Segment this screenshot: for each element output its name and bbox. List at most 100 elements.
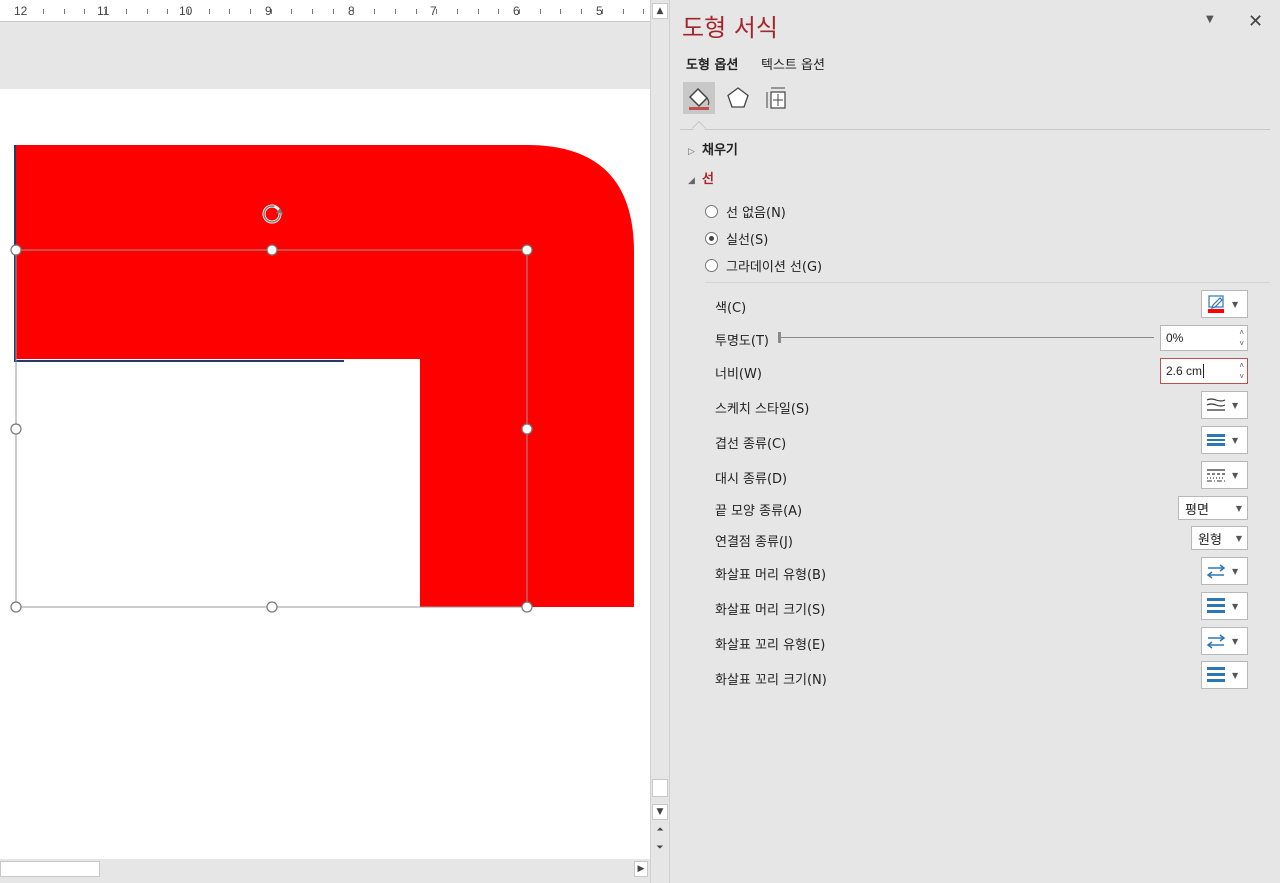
red-corner-shape[interactable] <box>15 145 634 607</box>
ruler-tick <box>312 9 313 14</box>
ruler-tick <box>147 9 148 14</box>
horizontal-scrollbar[interactable]: ▶ <box>0 859 650 879</box>
ruler-tick <box>457 9 458 14</box>
dash-type-button[interactable]: ▼ <box>1201 461 1248 489</box>
scroll-right-icon[interactable]: ▶ <box>634 861 648 877</box>
ruler-tick <box>498 9 499 14</box>
expand-triangle-icon: ▷ <box>688 147 695 157</box>
size-properties-icon[interactable] <box>761 82 793 114</box>
spinner-arrows-icon[interactable]: ˄ ˅ <box>1239 360 1244 382</box>
compound-type-label: 겹선 종류(C) <box>715 437 787 452</box>
radio-label: 실선(S) <box>726 233 769 248</box>
ruler-tick <box>540 9 541 14</box>
end-arrow-size-button[interactable]: ▼ <box>1201 661 1248 689</box>
ruler-tick <box>271 9 272 14</box>
chevron-down-icon: ▼ <box>1232 566 1239 576</box>
tab-shape-options[interactable]: 도형 옵션 <box>686 54 738 73</box>
width-input[interactable]: 2.6 cm ˄ ˅ <box>1160 358 1248 384</box>
text-cursor <box>1203 364 1205 378</box>
width-label: 너비(W) <box>715 367 762 382</box>
chevron-down-icon: ▼ <box>1235 503 1242 513</box>
ruler-tick <box>353 9 354 14</box>
effects-pentagon-icon[interactable] <box>722 82 754 114</box>
radio-button[interactable] <box>705 205 718 218</box>
resize-handle[interactable] <box>10 244 22 256</box>
pane-title: 도형 서식 <box>682 14 778 42</box>
ruler-tick <box>374 9 375 14</box>
width-value: 2.6 cm <box>1166 364 1203 378</box>
ruler-tick <box>602 9 603 14</box>
end-arrow-type-label: 화살표 꼬리 유형(E) <box>715 638 826 653</box>
ruler-tick <box>478 9 479 14</box>
horizontal-scroll-thumb[interactable] <box>0 861 100 877</box>
radio-button[interactable] <box>705 259 718 272</box>
join-type-select[interactable]: 원형 ▼ <box>1191 526 1248 550</box>
ruler-tick <box>84 9 85 14</box>
ruler-tick <box>167 9 168 14</box>
dash-type-label: 대시 종류(D) <box>715 472 788 487</box>
tab-text-options[interactable]: 텍스트 옵션 <box>761 54 825 73</box>
transparency-label: 투명도(T) <box>715 334 769 349</box>
begin-arrow-type-label: 화살표 머리 유형(B) <box>715 568 827 583</box>
ruler-tick <box>43 9 44 14</box>
next-slide-icon[interactable]: ⏷ <box>652 841 668 857</box>
vertical-scroll-thumb[interactable] <box>652 779 668 797</box>
section-line-header[interactable]: ◢ 선 <box>688 168 714 187</box>
chevron-down-icon: ▼ <box>1232 636 1239 646</box>
vertical-scrollbar[interactable]: ▲ ▼ ⏶ ⏷ <box>650 0 668 883</box>
transparency-slider-thumb[interactable] <box>778 332 781 343</box>
ruler-tick <box>229 9 230 14</box>
resize-handle[interactable] <box>10 423 22 435</box>
resize-handle[interactable] <box>521 423 533 435</box>
transparency-slider-track[interactable] <box>779 337 1154 338</box>
section-fill-header[interactable]: ▷ 채우기 <box>688 139 738 158</box>
close-icon[interactable]: ✕ <box>1248 11 1263 32</box>
resize-handle[interactable] <box>266 244 278 256</box>
previous-slide-icon[interactable]: ⏶ <box>652 823 668 839</box>
resize-handle[interactable] <box>521 244 533 256</box>
line-color-button[interactable]: ▼ <box>1201 290 1248 318</box>
resize-handle[interactable] <box>266 601 278 613</box>
chevron-down-icon: ▼ <box>1235 533 1242 543</box>
scroll-down-icon[interactable]: ▼ <box>652 804 668 820</box>
ruler-tick <box>333 9 334 14</box>
slide[interactable] <box>0 89 650 859</box>
ruler-tick <box>126 9 127 14</box>
end-arrow-size-label: 화살표 꼬리 크기(N) <box>715 673 827 688</box>
ruler-tick <box>250 9 251 14</box>
join-type-label: 연결점 종류(J) <box>715 535 793 550</box>
resize-handle[interactable] <box>10 601 22 613</box>
section-fill-label: 채우기 <box>702 143 738 158</box>
end-arrow-type-button[interactable]: ▼ <box>1201 627 1248 655</box>
arrow-size-icon <box>1202 593 1230 619</box>
radio-gradient-line[interactable]: 그라데이션 선(G) <box>705 256 822 275</box>
fill-line-icon[interactable] <box>683 82 715 114</box>
radio-no-line[interactable]: 선 없음(N) <box>705 202 786 221</box>
ruler-tick <box>416 9 417 14</box>
pane-options-chevron-down-icon[interactable]: ▼ <box>1206 14 1214 25</box>
ruler-tick <box>519 9 520 14</box>
ruler-tick <box>291 9 292 14</box>
begin-arrow-type-button[interactable]: ▼ <box>1201 557 1248 585</box>
transparency-input[interactable]: 0% ˄ ˅ <box>1160 325 1248 351</box>
color-label: 색(C) <box>715 301 747 316</box>
radio-label: 선 없음(N) <box>726 206 786 221</box>
ruler-tick <box>581 9 582 14</box>
ruler-tick <box>560 9 561 14</box>
chevron-down-icon: ▼ <box>1232 601 1239 611</box>
cap-type-select[interactable]: 평면 ▼ <box>1178 496 1248 520</box>
slide-content-svg <box>10 145 634 613</box>
compound-type-button[interactable]: ▼ <box>1201 426 1248 454</box>
ruler-tick <box>623 9 624 14</box>
compound-lines-icon <box>1202 427 1230 453</box>
begin-arrow-size-button[interactable]: ▼ <box>1201 592 1248 620</box>
scroll-up-icon[interactable]: ▲ <box>652 3 668 19</box>
sketch-style-button[interactable]: ▼ <box>1201 391 1248 419</box>
spinner-arrows-icon[interactable]: ˄ ˅ <box>1239 327 1244 349</box>
radio-button[interactable] <box>705 232 718 245</box>
section-divider <box>705 282 1270 283</box>
radio-label: 그라데이션 선(G) <box>726 260 823 275</box>
resize-handle[interactable] <box>521 601 533 613</box>
radio-solid-line[interactable]: 실선(S) <box>705 229 768 248</box>
ruler-tick <box>395 9 396 14</box>
